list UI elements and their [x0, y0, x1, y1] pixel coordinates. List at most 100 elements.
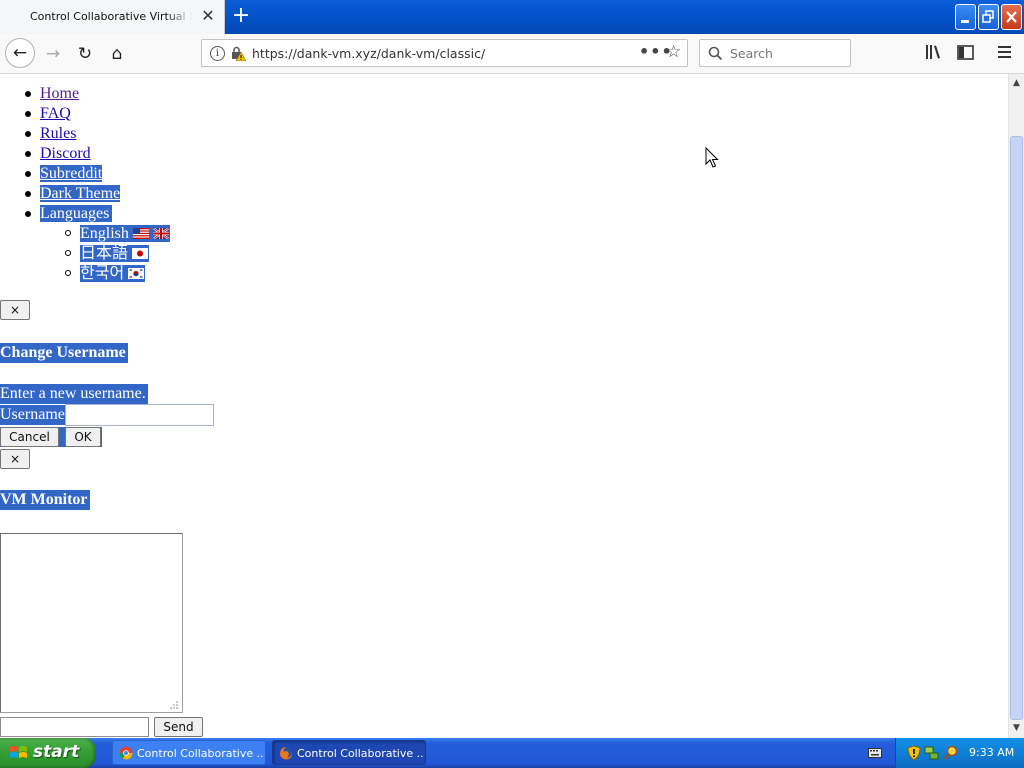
scroll-down-arrow-icon[interactable]: ▼ — [1009, 720, 1024, 737]
taskbar: start Control Collaborative ... Control … — [0, 738, 1024, 768]
window-minimize-button[interactable] — [955, 4, 976, 30]
taskbar-item-chrome[interactable]: Control Collaborative ... — [112, 740, 266, 765]
tab-title: Control Collaborative Virtual Machine — [30, 10, 192, 23]
nav-item-subreddit: Subreddit — [25, 164, 103, 184]
languages-label[interactable]: Languages — [40, 205, 113, 222]
close-icon — [1006, 11, 1017, 23]
search-input[interactable] — [730, 44, 845, 62]
cancel-button[interactable]: Cancel — [0, 427, 59, 447]
bullet — [25, 91, 31, 97]
forward-button[interactable]: → — [38, 39, 68, 69]
language-label: 日本語 — [80, 245, 129, 262]
start-button[interactable]: start — [0, 738, 96, 768]
nav-link-faq[interactable]: FAQ — [40, 105, 71, 122]
resize-grip-icon[interactable] — [167, 698, 179, 710]
bullet — [65, 250, 71, 256]
restore-icon — [982, 10, 994, 23]
window-close-button[interactable] — [1001, 4, 1022, 30]
change-username-prompt: Enter a new username. — [0, 384, 148, 404]
mouse-cursor-icon — [705, 147, 719, 168]
close-username-dialog-button[interactable]: × — [0, 300, 30, 320]
network-icon[interactable] — [924, 745, 940, 761]
uk-flag-icon — [152, 228, 169, 239]
bullet — [65, 270, 71, 276]
scrollbar-thumb[interactable] — [1010, 136, 1023, 720]
reload-icon: ↻ — [77, 44, 93, 64]
browser-tab[interactable]: Control Collaborative Virtual Machine ✕ — [0, 0, 225, 34]
language-label: English — [80, 225, 129, 242]
windows-logo-icon — [10, 746, 27, 758]
vm-monitor-output[interactable] — [0, 533, 183, 713]
nav-link-home[interactable]: Home — [40, 85, 79, 102]
ok-button[interactable]: OK — [65, 427, 101, 447]
nav-link-discord[interactable]: Discord — [40, 145, 91, 162]
clock: 9:33 AM — [969, 746, 1015, 759]
bookmark-star-icon[interactable]: ☆ — [666, 42, 681, 62]
nav-item-home: Home — [25, 84, 79, 104]
nav-link-subreddit[interactable]: Subreddit — [40, 165, 102, 182]
search-tray-icon[interactable] — [943, 745, 959, 761]
taskbar-item-label: Control Collaborative ... — [297, 747, 423, 760]
new-tab-button[interactable]: + — [229, 4, 253, 28]
us-flag-icon — [132, 228, 149, 239]
nav-item-rules: Rules — [25, 124, 76, 144]
vm-monitor-title: VM Monitor — [0, 490, 90, 510]
nav-item-discord: Discord — [25, 144, 91, 164]
language-item-english[interactable]: English — [65, 224, 170, 244]
home-icon: ⌂ — [111, 44, 123, 64]
back-button[interactable]: ← — [5, 38, 35, 68]
reload-button[interactable]: ↻ — [70, 39, 100, 69]
browser-toolbar: ← → ↻ ⌂ i https://dank-vm.xyz/dank-vm/cl… — [0, 34, 1024, 74]
hamburger-menu-icon[interactable] — [997, 45, 1012, 59]
page-viewport: Home FAQ Rules Discord Subreddit Dark Th… — [0, 74, 1008, 738]
home-button[interactable]: ⌂ — [102, 39, 132, 69]
nav-link-dark-theme[interactable]: Dark Theme — [40, 185, 120, 202]
url-bar[interactable]: i https://dank-vm.xyz/dank-vm/classic/ •… — [201, 39, 688, 67]
nav-item-languages: Languages — [25, 204, 113, 224]
username-label: Username — [0, 405, 65, 425]
taskbar-item-firefox[interactable]: Control Collaborative ... — [272, 740, 426, 765]
nav-item-faq: FAQ — [25, 104, 71, 124]
nav-item-dark-theme: Dark Theme — [25, 184, 121, 204]
username-field[interactable] — [65, 404, 214, 426]
change-username-title: Change Username — [0, 343, 128, 363]
start-label: start — [33, 742, 80, 762]
tab-close-icon[interactable]: ✕ — [199, 7, 217, 25]
language-item-japanese[interactable]: 日本語 — [65, 244, 150, 264]
keyboard-language-icon[interactable] — [868, 747, 882, 759]
sidebar-icon[interactable] — [957, 45, 974, 60]
korea-flag-icon — [128, 268, 145, 279]
page-scrollbar[interactable]: ▲ ▼ — [1008, 74, 1024, 738]
bullet — [65, 230, 71, 236]
firefox-icon — [280, 747, 293, 760]
language-item-korean[interactable]: 한국어 — [65, 264, 146, 284]
library-icon[interactable] — [925, 44, 943, 60]
bullet — [25, 191, 31, 197]
forward-arrow-icon: → — [45, 44, 61, 64]
site-info-icon[interactable]: i — [210, 46, 225, 61]
chrome-icon — [119, 746, 133, 760]
scroll-up-arrow-icon[interactable]: ▲ — [1009, 75, 1024, 92]
search-bar[interactable] — [699, 39, 851, 67]
url-text: https://dank-vm.xyz/dank-vm/classic/ — [252, 46, 486, 61]
taskbar-item-label: Control Collaborative ... — [137, 747, 263, 760]
bullet — [25, 151, 31, 157]
insecure-lock-icon[interactable] — [230, 45, 246, 61]
vm-monitor-input[interactable] — [0, 717, 149, 737]
system-tray: 9:33 AM — [895, 738, 1024, 768]
back-arrow-icon: ← — [12, 43, 28, 63]
bullet — [25, 111, 31, 117]
bullet — [25, 131, 31, 137]
japan-flag-icon — [132, 248, 149, 259]
bullet — [25, 211, 31, 217]
close-monitor-dialog-button[interactable]: × — [0, 449, 30, 469]
language-label: 한국어 — [80, 265, 125, 282]
security-shield-icon[interactable] — [907, 745, 921, 761]
browser-titlebar: Control Collaborative Virtual Machine ✕ … — [0, 0, 1024, 34]
nav-link-rules[interactable]: Rules — [40, 125, 76, 142]
search-icon — [708, 46, 723, 61]
send-button[interactable]: Send — [154, 717, 203, 737]
window-restore-button[interactable] — [978, 4, 999, 30]
minimize-icon — [961, 20, 969, 23]
bullet — [25, 171, 31, 177]
